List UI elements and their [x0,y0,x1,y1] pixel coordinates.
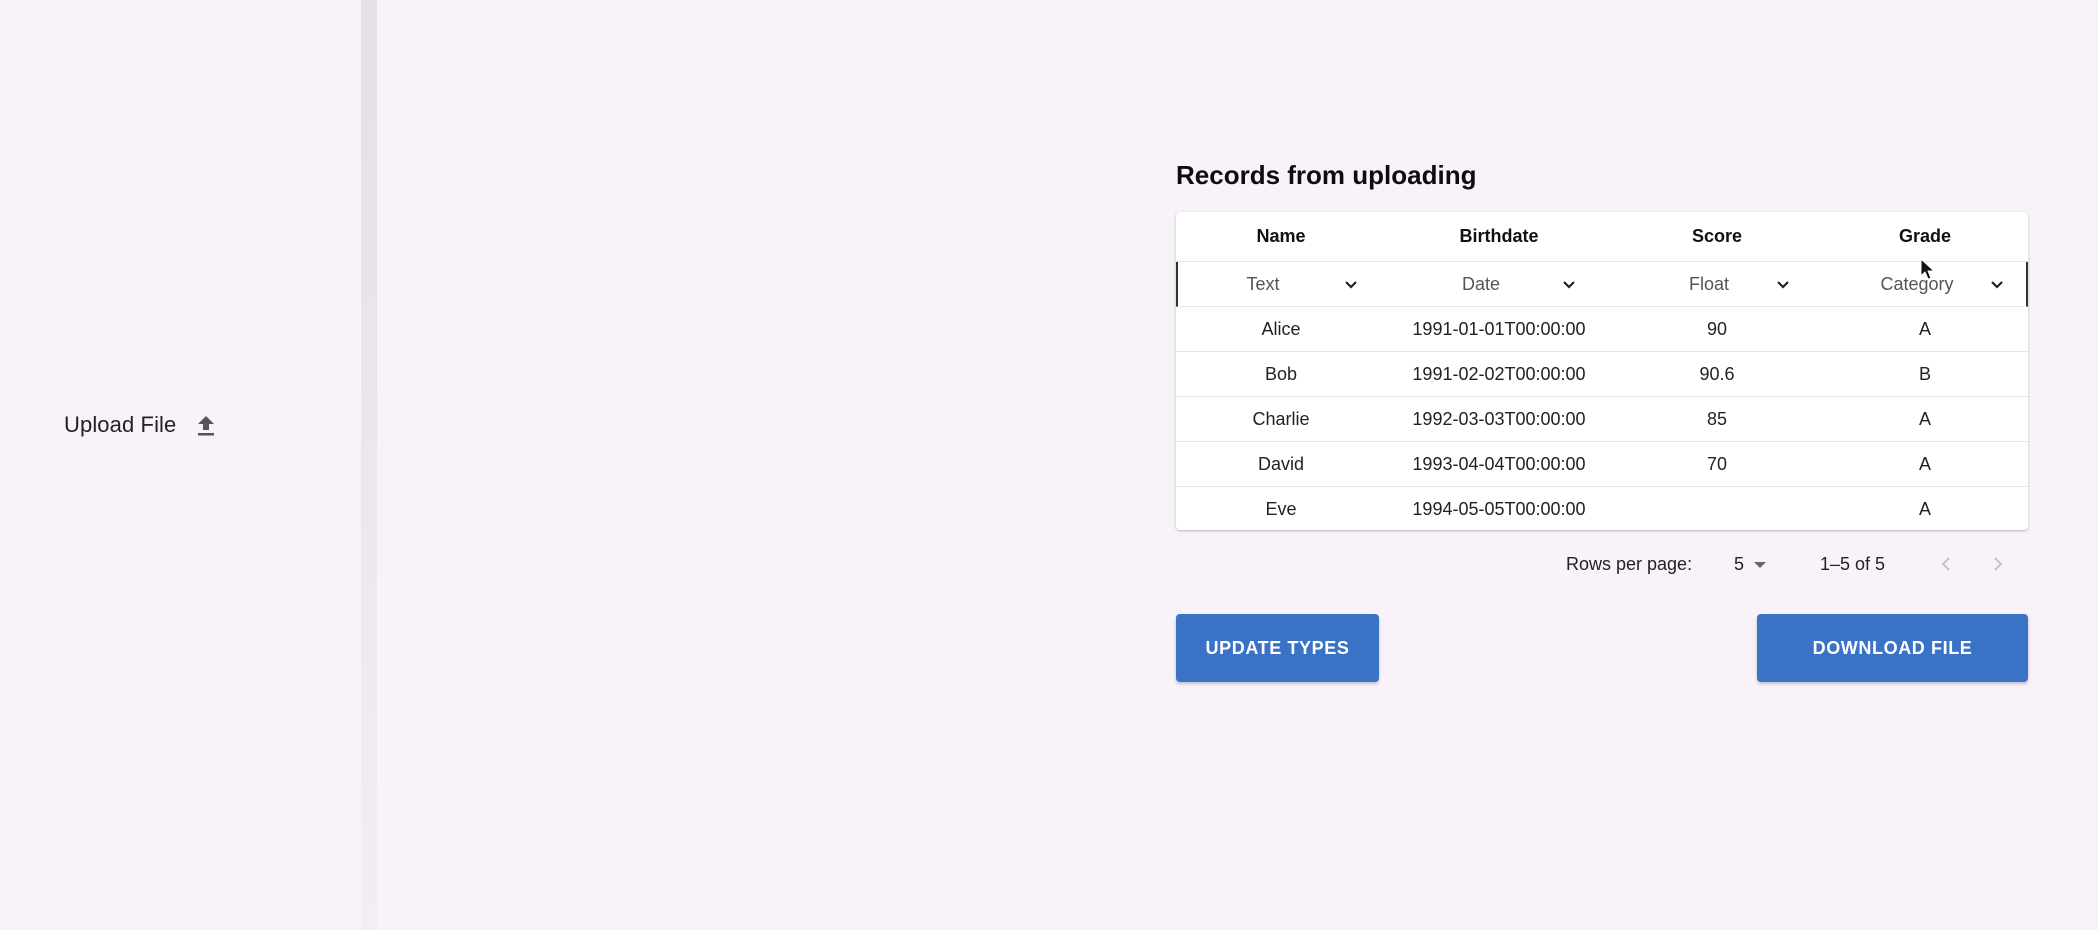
cell-grade: A [1918,453,1931,474]
cell-name: Alice [1261,318,1301,339]
table-row: Alice 1991-01-01T00:00:00 90 A [1176,307,2028,352]
column-header-grade[interactable]: Grade [1822,212,2028,261]
update-types-button[interactable]: UPDATE TYPES [1176,614,1379,682]
table-row: Bob 1991-02-02T00:00:00 90.6 B [1176,352,2028,397]
cell-grade: A [1918,318,1931,339]
cell-score: 90.6 [1699,363,1735,384]
table-row: David 1993-04-04T00:00:00 70 A [1176,442,2028,487]
mouse-cursor-icon [1920,258,1936,280]
chevron-down-icon [1345,281,1357,289]
cell-name: David [1257,453,1305,474]
upload-file-button[interactable]: Upload File [64,408,218,442]
rows-per-page-label: Rows per page: [1566,554,1693,574]
type-select-score[interactable]: Float [1614,262,1824,306]
column-type-row: Text Date Float Category [1176,262,2028,307]
table-header-row: Name Birthdate Score Grade [1176,212,2028,262]
cell-name: Charlie [1252,408,1310,429]
upload-file-label: Upload File [64,412,177,437]
cell-birthdate: 1992-03-03T00:00:00 [1412,408,1586,429]
records-table: Name Birthdate Score Grade Text Date Flo… [1176,212,2028,530]
type-select-birthdate[interactable]: Date [1388,262,1614,306]
page-title: Records from uploading [1176,160,1477,190]
column-header-name[interactable]: Name [1176,212,1386,261]
cell-birthdate: 1994-05-05T00:00:00 [1412,499,1586,519]
cell-score [1612,487,1822,532]
column-header-score[interactable]: Score [1612,212,1822,261]
type-select-birthdate-value: Date [1461,273,1501,294]
chevron-right-icon[interactable] [1986,552,2010,576]
cell-grade: A [1918,408,1931,429]
type-select-name-value: Text [1246,273,1280,294]
chevron-left-icon[interactable] [1934,552,1958,576]
table-row: Charlie 1992-03-03T00:00:00 85 A [1176,397,2028,442]
column-header-birthdate[interactable]: Birthdate [1386,212,1612,261]
cell-grade: B [1918,363,1931,384]
sidebar-divider[interactable] [361,0,377,930]
chevron-down-icon [1777,281,1789,289]
type-select-score-value: Float [1688,273,1730,294]
chevron-down-icon [1991,281,2003,289]
cell-score: 70 [1706,453,1728,474]
pagination-range: 1–5 of 5 [1820,554,1886,574]
cell-name: Eve [1265,499,1297,519]
cell-birthdate: 1991-01-01T00:00:00 [1412,318,1586,339]
cell-grade: A [1918,499,1931,519]
cell-birthdate: 1991-02-02T00:00:00 [1412,363,1586,384]
rows-per-page-select[interactable]: 5 [1734,554,1744,575]
cell-score: 90 [1706,318,1728,339]
cell-name: Bob [1264,363,1298,384]
caret-down-icon[interactable] [1754,562,1766,568]
cell-birthdate: 1993-04-04T00:00:00 [1412,453,1586,474]
chevron-down-icon [1563,281,1575,289]
type-select-grade-value: Category [1880,273,1954,294]
upload-icon[interactable] [194,412,218,438]
table-pagination: Rows per page: 5 1–5 of 5 [1176,548,2028,582]
download-file-button[interactable]: DOWNLOAD FILE [1757,614,2028,682]
sidebar: Upload File [0,0,361,930]
table-row: Eve 1994-05-05T00:00:00 A [1176,487,2028,532]
type-select-name[interactable]: Text [1178,262,1388,306]
cell-score: 85 [1706,408,1728,429]
